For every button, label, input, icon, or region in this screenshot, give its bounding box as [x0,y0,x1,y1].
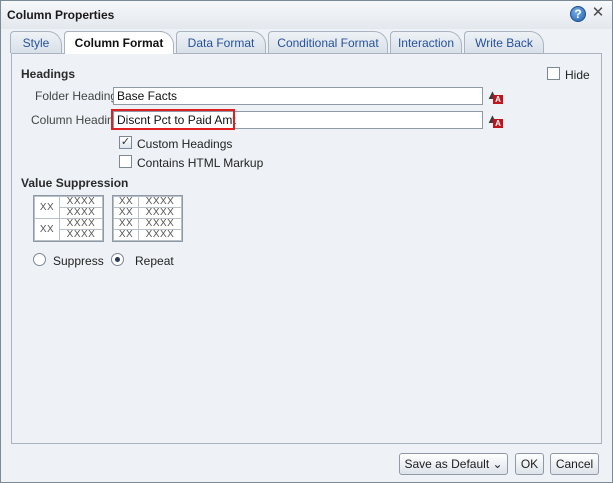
tab-style[interactable]: Style [10,31,62,53]
dialog-titlebar: Column Properties ? ✕ [1,1,612,29]
column-heading-input[interactable] [113,111,483,129]
suppress-radio[interactable] [33,253,46,266]
value-suppression-title: Value Suppression [21,176,129,190]
suppress-preview-table: XX XX XXXX XXXX XXXX XXXX [33,195,104,242]
hide-checkbox[interactable] [547,67,560,80]
value-cell: XXXX [138,229,182,241]
custom-headings-checkbox[interactable]: ✓ [119,136,132,149]
hide-label: Hide [565,68,590,82]
ok-button[interactable]: OK [515,453,544,475]
repeat-label: Repeat [135,254,174,268]
dialog-title: Column Properties [7,8,115,22]
column-heading-label: Column Heading [31,113,121,127]
group-cell: XX [113,229,139,241]
format-badge: A [493,95,503,104]
column-heading-format-icon[interactable]: ▲A [486,111,504,129]
folder-heading-input[interactable] [113,87,483,105]
tab-column-format[interactable]: Column Format [64,31,174,54]
folder-heading-format-icon[interactable]: ▲A [486,87,504,105]
format-badge: A [493,119,503,128]
tab-conditional-format[interactable]: Conditional Format [268,31,388,53]
repeat-preview-table: XX XX XX XX XXXX XXXX XXXX XXXX [112,195,183,242]
value-cell: XXXX [59,229,103,241]
custom-headings-label: Custom Headings [137,137,233,151]
column-properties-dialog: Column Properties ? ✕ Style Column Forma… [0,0,613,483]
cancel-button[interactable]: Cancel [550,453,599,475]
html-markup-checkbox[interactable] [119,155,132,168]
tab-interaction[interactable]: Interaction [390,31,462,53]
group-cell: XX [34,218,60,241]
folder-heading-label: Folder Heading [35,89,118,103]
repeat-radio[interactable] [111,253,124,266]
html-markup-label: Contains HTML Markup [137,156,264,170]
help-icon[interactable]: ? [570,6,586,22]
suppress-label: Suppress [53,254,104,268]
tab-write-back[interactable]: Write Back [464,31,544,53]
dialog-footer: Save as Default ⌄ OK Cancel [1,448,612,482]
save-as-default-button[interactable]: Save as Default ⌄ [399,453,508,475]
tab-data-format[interactable]: Data Format [176,31,266,53]
column-format-panel: Headings Hide Folder Heading ▲A Column H… [11,53,602,444]
group-cell: XX [34,196,60,219]
headings-section-title: Headings [21,67,76,81]
tab-bar: Style Column Format Data Format Conditio… [10,31,605,54]
close-icon[interactable]: ✕ [590,5,606,21]
